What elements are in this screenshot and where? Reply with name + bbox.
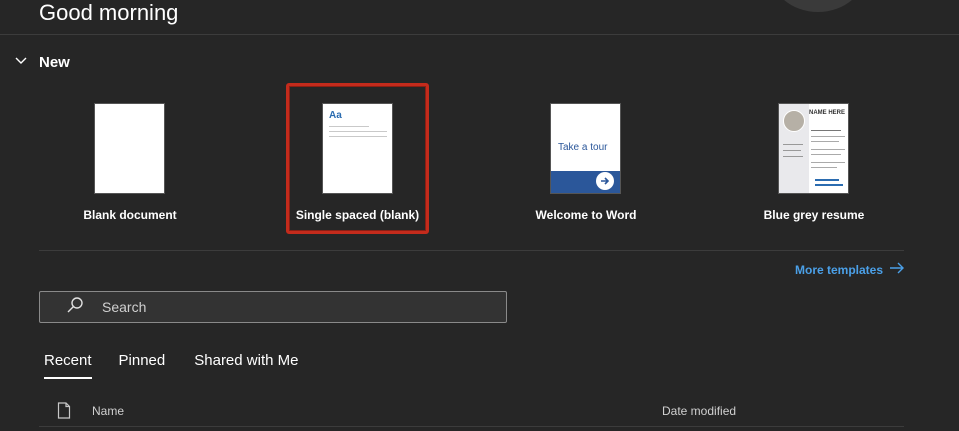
thumb-heading-text: Aa [329, 110, 342, 121]
section-divider [39, 250, 904, 251]
tab-recent[interactable]: Recent [44, 352, 92, 379]
template-label: Single spaced (blank) [295, 208, 420, 222]
search-box[interactable] [39, 291, 507, 323]
search-input[interactable] [100, 298, 464, 316]
template-label: Blue grey resume [763, 208, 865, 222]
header-decoration [770, 0, 866, 12]
template-welcome-to-word[interactable]: Take a tour Welcome to Word [516, 84, 656, 232]
column-header-name[interactable]: Name [92, 404, 124, 418]
template-thumbnail [94, 103, 165, 194]
top-divider [0, 34, 959, 35]
template-thumbnail: Take a tour [550, 103, 621, 194]
template-thumbnail: Aa [322, 103, 393, 194]
template-blank-document[interactable]: Blank document [60, 84, 200, 232]
resume-photo [783, 110, 805, 132]
more-templates-label: More templates [795, 262, 884, 277]
thumb-name-text: NAME HERE [809, 110, 846, 116]
arrow-right-icon [596, 172, 614, 190]
thumb-tour-text: Take a tour [558, 142, 608, 153]
arrow-right-icon [883, 262, 905, 277]
page-greeting: Good morning [39, 0, 179, 25]
file-tabs: Recent Pinned Shared with Me [44, 352, 298, 379]
column-header-date-modified[interactable]: Date modified [662, 404, 736, 418]
tab-pinned[interactable]: Pinned [119, 352, 166, 379]
template-single-spaced[interactable]: Aa Single spaced (blank) [286, 83, 429, 234]
chevron-down-icon [14, 53, 28, 72]
file-list-header: Name Date modified [39, 398, 904, 427]
template-thumbnail: NAME HERE [778, 103, 849, 194]
section-title: New [39, 53, 70, 71]
new-section-toggle[interactable]: New [14, 51, 70, 73]
template-label: Welcome to Word [535, 208, 637, 222]
search-icon [40, 296, 84, 319]
template-label: Blank document [83, 208, 177, 222]
template-blue-grey-resume[interactable]: NAME HERE Blue grey resume [744, 84, 884, 232]
tab-shared-with-me[interactable]: Shared with Me [194, 352, 298, 379]
more-templates-link[interactable]: More templates [795, 262, 905, 277]
file-icon [57, 402, 71, 424]
